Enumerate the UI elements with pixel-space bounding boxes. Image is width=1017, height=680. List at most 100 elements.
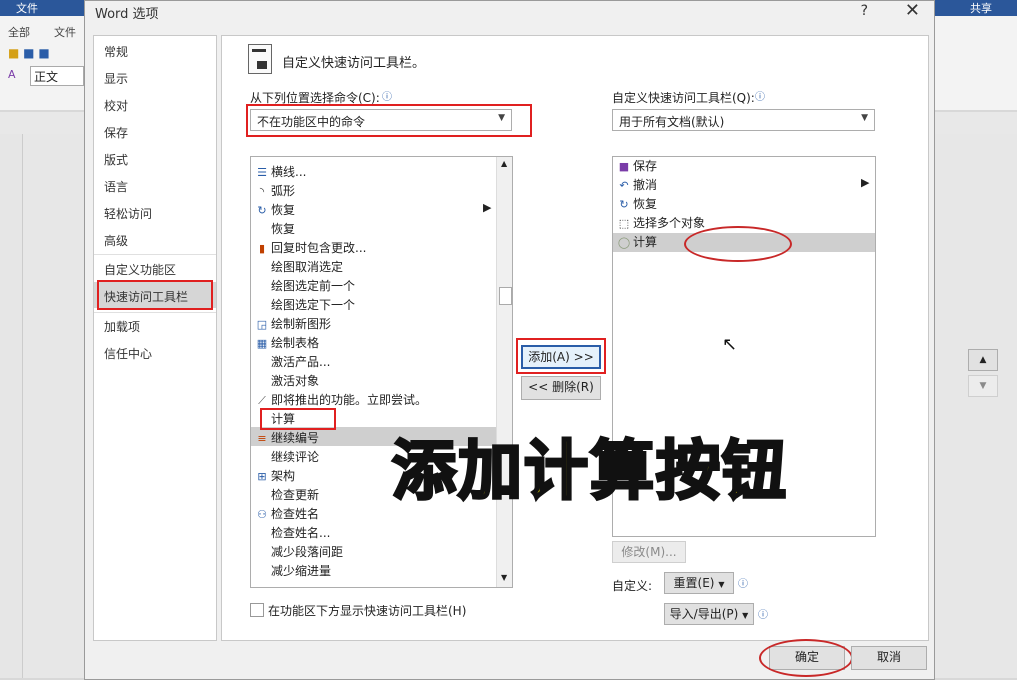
move-up-button[interactable]: ▲	[968, 349, 998, 371]
word-options-dialog: Word 选项 ? ✕ 常规 显示 校对 保存 版式 语言 轻松访问 高级 自定…	[84, 0, 998, 680]
table-icon: ▦	[256, 337, 268, 350]
list-item[interactable]: ▮ 回复时包含更改...	[253, 239, 366, 258]
list-item[interactable]: ≡ 继续编号	[253, 429, 319, 448]
file-menu[interactable]: 文件	[54, 24, 76, 40]
list-item[interactable]: ▦ 绘制表格	[253, 334, 319, 353]
arc-icon: ◝	[259, 185, 265, 198]
list-item[interactable]: ◝ 弧形	[253, 182, 295, 201]
list-item[interactable]: 绘图取消选定	[253, 258, 343, 277]
shape-icon: ◲	[256, 318, 268, 331]
select-objects-icon: ⬚	[618, 217, 630, 230]
list-item-label: 绘图取消选定	[271, 260, 344, 274]
list-item-label: 回复时包含更改...	[271, 241, 367, 255]
redo-icon: ↻	[619, 198, 629, 211]
info-icon: ⓘ	[382, 92, 392, 103]
nav-item-layout[interactable]: 版式	[104, 151, 128, 168]
list-item-label: 绘制表格	[271, 336, 320, 350]
qat-item-save[interactable]: ■ 保存	[615, 157, 657, 176]
list-item-label: 恢复	[271, 203, 296, 217]
list-item[interactable]: 绘图选定下一个	[253, 296, 355, 315]
list-item[interactable]: ◲ 绘制新图形	[253, 315, 331, 334]
show-below-label: 在功能区下方显示快速访问工具栏(H)	[268, 604, 467, 618]
remove-button[interactable]: << 删除(R)	[521, 376, 601, 400]
list-item[interactable]: ⊞ 架构	[253, 467, 295, 486]
chevron-down-icon: ▼	[718, 580, 725, 589]
modify-button[interactable]: 修改(M)...	[612, 541, 686, 563]
list-item[interactable]: 检查姓名...	[253, 524, 330, 543]
list-item-label: 激活对象	[271, 374, 320, 388]
tab-file[interactable]: 文件	[16, 0, 38, 16]
highlight-box-calculate	[260, 408, 336, 430]
nav-item-display[interactable]: 显示	[104, 70, 128, 87]
nav-item-save[interactable]: 保存	[104, 124, 128, 141]
nav-item-proofing[interactable]: 校对	[104, 97, 128, 114]
scroll-down-icon[interactable]: ▼	[501, 573, 507, 582]
qat-item-label: 保存	[633, 159, 658, 173]
nav-item-language[interactable]: 语言	[104, 178, 128, 195]
list-item[interactable]: 绘图选定前一个	[253, 277, 355, 296]
info-icon: ⓘ	[755, 92, 765, 103]
list-item[interactable]: ↻ 恢复	[253, 201, 295, 220]
list-item-label: 继续编号	[271, 431, 320, 445]
list-item[interactable]: ☰ 横线...	[253, 163, 306, 182]
scroll-thumb[interactable]	[499, 287, 512, 305]
nav-item-addins[interactable]: 加载项	[104, 318, 140, 335]
list-item[interactable]: 继续评论	[253, 448, 319, 467]
customize-qat-value: 用于所有文档(默认)	[619, 115, 725, 129]
list-item[interactable]: ⚇ 检查姓名	[253, 505, 319, 524]
import-export-button[interactable]: 导入/导出(P) ▼	[664, 603, 754, 625]
section-header: 自定义快速访问工具栏。	[282, 56, 426, 71]
nav-item-accessibility[interactable]: 轻松访问	[104, 205, 152, 222]
move-down-button[interactable]: ▼	[968, 375, 998, 397]
cancel-button[interactable]: 取消	[851, 646, 927, 670]
submenu-arrow-icon: ▶	[483, 201, 492, 214]
qat-item-label: 计算	[633, 235, 658, 249]
nav-item-general[interactable]: 常规	[104, 43, 128, 60]
commands-list[interactable]: ☰ 横线... ◝ 弧形 ↻ 恢复 恢复 ▮ 回复时包含更改... 绘图取消选定 绘图选…	[250, 156, 513, 588]
reset-button[interactable]: 重置(E) ▼	[664, 572, 734, 594]
list-item-label: 恢复	[271, 222, 296, 236]
options-content: 自定义快速访问工具栏。 从下列位置选择命令(C): ⓘ 不在功能区中的命令 ▼ …	[221, 35, 998, 641]
overlay-caption: 添加计算按钮	[391, 434, 788, 511]
import-export-label: 导入/导出(P)	[669, 607, 739, 621]
qat-item-undo[interactable]: ↶ 撤消	[615, 176, 657, 195]
track-changes-icon: ▮	[258, 242, 266, 255]
nav-item-advanced[interactable]: 高级	[104, 232, 128, 249]
share-button[interactable]: 共享	[970, 0, 992, 16]
list-item-label: 绘制新图形	[271, 317, 332, 331]
show-below-checkbox[interactable]	[250, 603, 264, 617]
style-box[interactable]: 正文	[30, 66, 84, 86]
list-item[interactable]: 检查更新	[253, 486, 319, 505]
all-menu[interactable]: 全部	[8, 24, 30, 40]
qat-item-label: 选择多个对象	[633, 216, 706, 230]
list-icon: ☰	[257, 166, 267, 179]
list-item[interactable]: 激活对象	[253, 372, 319, 391]
options-nav: 常规 显示 校对 保存 版式 语言 轻松访问 高级 自定义功能区 快速访问工具栏…	[93, 35, 217, 641]
save-icon: ■	[618, 160, 630, 173]
list-item-label: 减少缩进量	[271, 564, 332, 578]
org-chart-icon: ⊞	[257, 470, 267, 483]
qat-item-select-objects[interactable]: ⬚ 选择多个对象	[615, 214, 705, 233]
list-item-label: 检查更新	[271, 488, 320, 502]
list-item[interactable]: 减少缩进量	[253, 562, 331, 581]
vertical-ruler	[0, 134, 23, 678]
scroll-up-icon[interactable]: ▲	[501, 159, 507, 168]
list-item[interactable]: 减少段落间距	[253, 543, 343, 562]
nav-divider	[94, 254, 216, 255]
list-item-label: 激活产品...	[271, 355, 331, 369]
nav-item-customize-ribbon[interactable]: 自定义功能区	[104, 261, 176, 278]
commands-scrollbar[interactable]: ▲ ▼	[496, 157, 512, 587]
help-icon[interactable]: ?	[861, 3, 868, 19]
close-icon[interactable]: ✕	[905, 0, 920, 21]
list-item[interactable]: 激活产品...	[253, 353, 330, 372]
font-icon[interactable]: A	[8, 68, 16, 81]
highlight-box-dropdown	[246, 104, 532, 137]
list-item-label: 弧形	[271, 184, 296, 198]
qat-item-redo[interactable]: ↻ 恢复	[615, 195, 657, 214]
list-item[interactable]: 恢复	[253, 220, 295, 239]
list-item-label: 绘图选定前一个	[271, 279, 356, 293]
nav-item-trust-center[interactable]: 信任中心	[104, 345, 152, 362]
info-icon: ⓘ	[758, 610, 768, 621]
qat-item-calculate[interactable]: ◯ 计算	[615, 233, 657, 252]
customize-qat-dropdown[interactable]: 用于所有文档(默认) ▼	[612, 109, 875, 131]
